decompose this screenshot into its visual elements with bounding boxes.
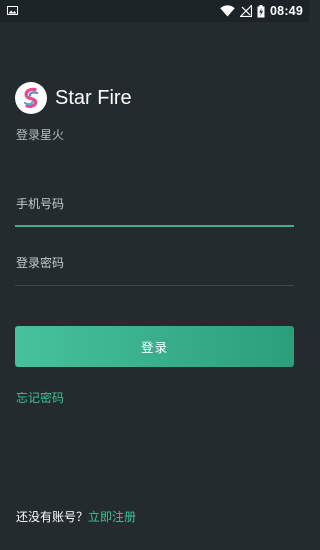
wifi-icon xyxy=(220,5,235,17)
register-link[interactable]: 立即注册 xyxy=(88,510,136,524)
password-input[interactable] xyxy=(15,254,294,272)
password-underline xyxy=(15,285,294,286)
phone-input[interactable] xyxy=(15,195,294,213)
status-bar: 08:49 xyxy=(0,0,309,22)
phone-field xyxy=(15,193,294,227)
battery-charging-icon xyxy=(257,4,265,17)
app-name: Star Fire xyxy=(55,86,132,109)
register-row: 还没有账号？立即注册 xyxy=(16,508,136,525)
login-button[interactable]: 登录 xyxy=(15,326,294,367)
star-fire-logo-icon xyxy=(15,82,47,114)
phone-underline xyxy=(15,225,294,227)
login-subtitle: 登录星火 xyxy=(16,128,65,142)
status-icons: 08:49 xyxy=(220,0,303,22)
brand-header: Star Fire xyxy=(15,82,132,114)
forgot-password-link[interactable]: 忘记密码 xyxy=(16,389,64,406)
password-field xyxy=(15,252,294,286)
register-prompt: 还没有账号？ xyxy=(16,510,89,524)
signal-icon xyxy=(240,5,253,17)
status-time: 08:49 xyxy=(270,4,303,18)
gallery-icon xyxy=(7,6,18,15)
